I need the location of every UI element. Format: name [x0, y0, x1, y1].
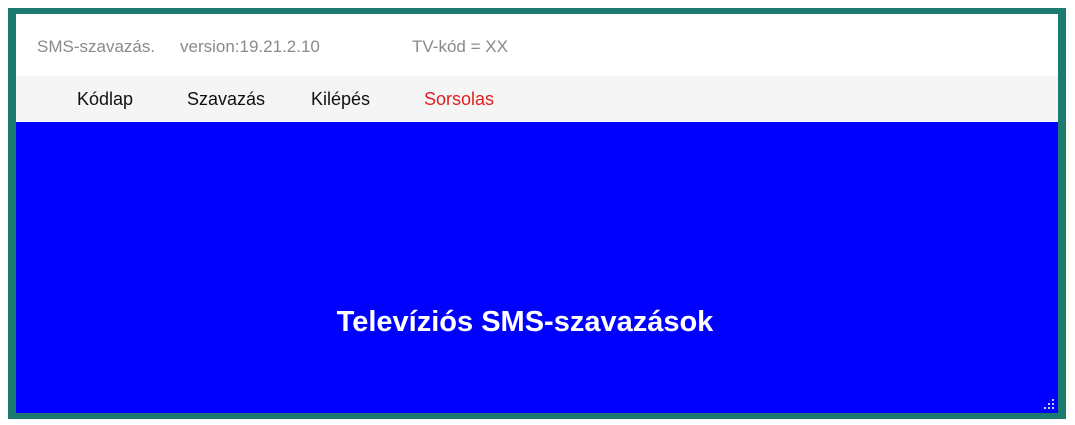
- main-content-panel: Televíziós SMS-szavazások: [16, 122, 1058, 413]
- app-window: SMS-szavazás. version:19.21.2.10 TV-kód …: [16, 14, 1058, 413]
- window-title-version: version:19.21.2.10: [180, 37, 320, 56]
- window-title-tv-code: TV-kód = XX: [412, 37, 508, 56]
- menu-item-kilepes[interactable]: Kilépés: [311, 89, 370, 110]
- resize-grip-icon[interactable]: [1043, 398, 1055, 410]
- menu-item-kodlap[interactable]: Kódlap: [77, 89, 133, 110]
- window-title-app: SMS-szavazás.: [37, 37, 156, 56]
- window-frame: SMS-szavazás. version:19.21.2.10 TV-kód …: [8, 8, 1066, 419]
- main-heading: Televíziós SMS-szavazások: [336, 306, 714, 338]
- title-bar[interactable]: SMS-szavazás. version:19.21.2.10 TV-kód …: [16, 14, 1058, 76]
- menu-item-sorsolas[interactable]: Sorsolas: [424, 89, 494, 110]
- menu-item-szavazas[interactable]: Szavazás: [187, 89, 265, 110]
- menu-bar: Kódlap Szavazás Kilépés Sorsolas: [16, 76, 1058, 122]
